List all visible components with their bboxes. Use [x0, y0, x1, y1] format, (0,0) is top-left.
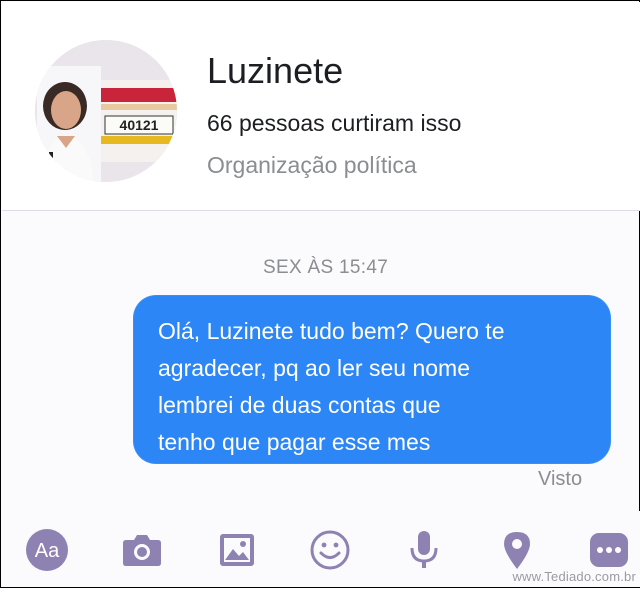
- page-avatar[interactable]: 40121: [35, 40, 177, 182]
- sent-message-bubble[interactable]: Olá, Luzinete tudo bem? Quero te agradec…: [134, 296, 610, 463]
- seen-status: Visto: [538, 468, 583, 490]
- avatar-poster-number: 40121: [120, 117, 159, 133]
- aa-icon[interactable]: Aa: [25, 528, 69, 572]
- avatar-photo: 40121: [35, 40, 177, 182]
- image-icon[interactable]: [215, 528, 259, 572]
- aa-button-label: Aa: [35, 540, 60, 562]
- page-category: Organização política: [207, 152, 417, 178]
- page-header: 40121 Luzinete 66 pessoas curtiram isso …: [2, 2, 640, 211]
- location-pin-icon[interactable]: [495, 528, 539, 572]
- message-line: agradecer, pq ao ler seu nome: [158, 355, 470, 381]
- more-icon[interactable]: [587, 528, 631, 572]
- message-line: Olá, Luzinete tudo bem? Quero te: [158, 318, 505, 344]
- message-line: lembrei de duas contas que: [158, 392, 441, 418]
- camera-icon[interactable]: [120, 528, 164, 572]
- page-name[interactable]: Luzinete: [207, 50, 343, 92]
- site-watermark: www.Tediado.com.br: [512, 569, 636, 584]
- messenger-screen: 40121 Luzinete 66 pessoas curtiram isso …: [0, 0, 640, 588]
- message-line: tenho que pagar esse mes: [158, 429, 431, 455]
- microphone-icon[interactable]: [402, 528, 446, 572]
- page-likes-count: 66 pessoas curtiram isso: [207, 110, 462, 136]
- message-timestamp: SEX ÀS 15:47: [263, 257, 389, 278]
- emoji-icon[interactable]: [308, 528, 352, 572]
